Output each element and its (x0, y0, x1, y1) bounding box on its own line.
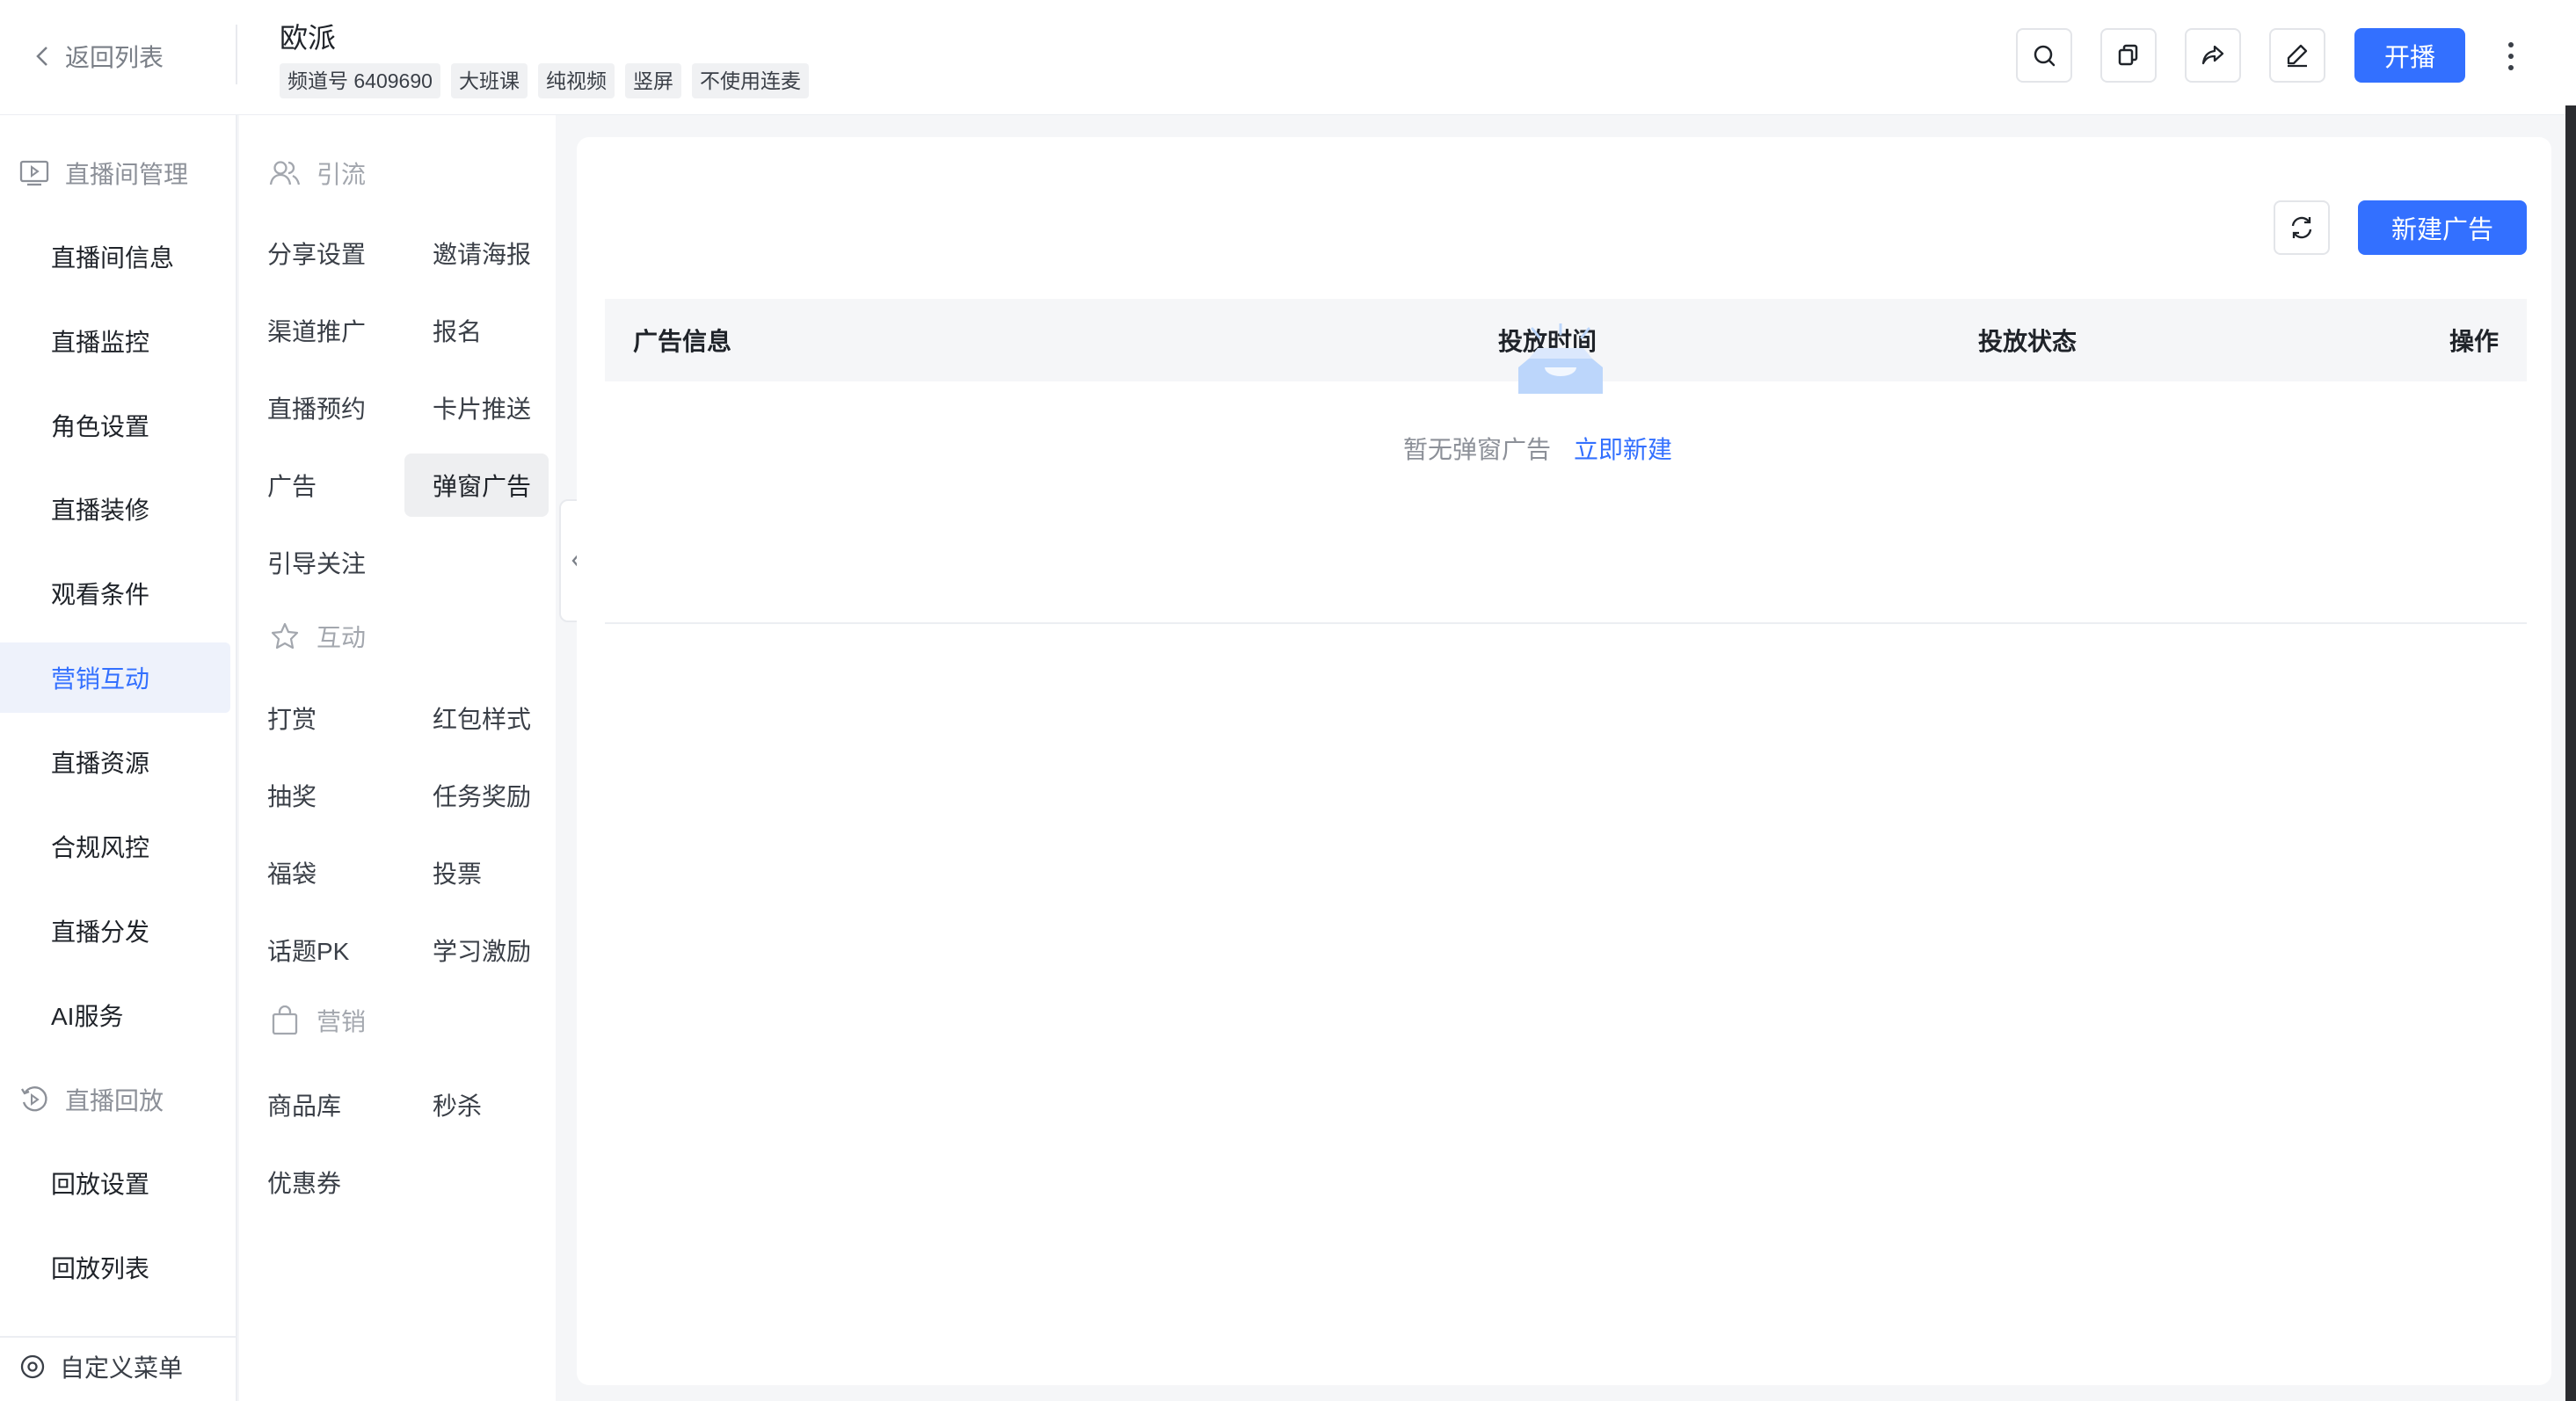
subnav-item-coupon[interactable]: 优惠券 (239, 1151, 394, 1214)
subnav-item-card-push[interactable]: 卡片推送 (404, 376, 549, 439)
subnav-item-flash-sale[interactable]: 秒杀 (404, 1073, 549, 1136)
subnav-group-label: 引流 (317, 161, 367, 188)
sidebar-item-resources[interactable]: 直播资源 (0, 727, 230, 797)
sidebar-item-watch-conditions[interactable]: 观看条件 (0, 558, 230, 628)
subnav-item-live-reservation[interactable]: 直播预约 (239, 376, 394, 439)
sidebar-group-live-room: 直播间管理 (19, 152, 188, 194)
subnav-item-lottery[interactable]: 抽奖 (239, 764, 394, 827)
subnav-item-ads[interactable]: 广告 (239, 454, 394, 517)
page-title: 欧派 (280, 22, 337, 54)
subnav-item-product-library[interactable]: 商品库 (239, 1073, 394, 1136)
sidebar-item-marketing[interactable]: 营销互动 (0, 642, 230, 713)
custom-menu-label: 自定义菜单 (60, 1354, 184, 1382)
column-ad-info: 广告信息 (633, 328, 732, 355)
start-live-button[interactable]: 开播 (2354, 28, 2465, 83)
custom-menu-button[interactable]: 自定义菜单 (19, 1349, 183, 1384)
interact-icon (271, 622, 299, 650)
share-button[interactable] (2185, 28, 2241, 83)
header-divider (236, 25, 237, 84)
subnav-item-follow-guide[interactable]: 引导关注 (239, 531, 394, 594)
subnav-item-red-packet-style[interactable]: 红包样式 (404, 686, 549, 750)
sidebar-group-label: 直播回放 (65, 1087, 164, 1114)
search-icon (2034, 45, 2056, 67)
tag-orientation: 竖屏 (624, 63, 681, 98)
sidebar-group-label: 直播间管理 (65, 161, 189, 188)
subnav-group-interact: 互动 (269, 619, 366, 654)
secondary-nav: 引流 分享设置 邀请海报 渠道推广 报名 直播预约 卡片推送 广告 弹窗广告 引… (239, 115, 556, 1401)
refresh-button[interactable] (2274, 200, 2330, 255)
empty-message: 暂无弹窗广告 (1402, 436, 1551, 463)
channel-tags: 频道号 6409690 大班课 纯视频 竖屏 不使用连麦 (280, 63, 809, 98)
subnav-group-label: 营销 (317, 1008, 367, 1035)
new-ad-button[interactable]: 新建广告 (2358, 200, 2527, 255)
tag-mic-mode: 不使用连麦 (691, 63, 809, 98)
edit-icon (2287, 44, 2308, 68)
sidebar-item-ai-service[interactable]: AI服务 (0, 980, 230, 1050)
tag-class-type: 大班课 (450, 63, 528, 98)
back-to-list-button[interactable]: 返回列表 (35, 37, 164, 76)
column-actions: 操作 (2449, 328, 2499, 355)
share-icon (2201, 45, 2224, 65)
sidebar-item-playback-settings[interactable]: 回放设置 (0, 1148, 230, 1218)
users-icon (269, 161, 301, 185)
back-label: 返回列表 (65, 44, 164, 71)
sidebar-item-compliance[interactable]: 合规风控 (0, 811, 230, 882)
subnav-item-task-reward[interactable]: 任务奖励 (404, 764, 549, 827)
chevron-left-icon (36, 47, 47, 66)
copy-icon (2118, 44, 2138, 66)
subnav-item-reward[interactable]: 打赏 (239, 686, 394, 750)
more-options-button[interactable] (2495, 35, 2527, 77)
top-header: 返回列表 欧派 频道号 6409690 大班课 纯视频 竖屏 不使用连麦 开播 (0, 0, 2576, 115)
shopping-bag-icon (272, 1005, 298, 1035)
sidebar-item-distribution[interactable]: 直播分发 (0, 896, 230, 966)
sidebar-item-monitor[interactable]: 直播监控 (0, 306, 230, 376)
subnav-item-topic-pk[interactable]: 话题PK (239, 918, 394, 982)
sidebar-group-playback: 直播回放 (19, 1078, 164, 1121)
empty-message-row: 暂无弹窗广告 立即新建 (577, 431, 2499, 466)
tag-channel-id: 频道号 6409690 (280, 63, 440, 98)
live-room-icon (19, 160, 49, 186)
primary-sidebar: 直播间管理 直播间信息 直播监控 角色设置 直播装修 观看条件 营销互动 直播资… (0, 115, 237, 1401)
copy-button[interactable] (2100, 28, 2157, 83)
subnav-group-label: 互动 (317, 624, 367, 651)
subnav-item-lucky-bag[interactable]: 福袋 (239, 841, 394, 904)
subnav-group-traffic: 引流 (269, 156, 366, 191)
main-content: 新建广告 广告信息 投放时间 投放状态 操作 暂无弹窗广告 立即新建 (577, 137, 2551, 1385)
create-now-link[interactable]: 立即新建 (1574, 431, 1672, 466)
sidebar-item-roles[interactable]: 角色设置 (0, 390, 230, 461)
subnav-group-marketing: 营销 (269, 1003, 366, 1038)
column-status: 投放状态 (1978, 328, 2078, 355)
more-vertical-icon (2508, 42, 2514, 70)
sidebar-divider (0, 1336, 236, 1338)
sidebar-item-decoration[interactable]: 直播装修 (0, 474, 230, 544)
subnav-item-invite-poster[interactable]: 邀请海报 (404, 221, 549, 285)
sidebar-item-playback-list[interactable]: 回放列表 (0, 1232, 230, 1303)
playback-icon (21, 1086, 47, 1112)
search-button[interactable] (2016, 28, 2072, 83)
subnav-item-registration[interactable]: 报名 (404, 299, 549, 362)
empty-state (605, 381, 2527, 624)
tag-video-mode: 纯视频 (537, 63, 615, 98)
settings-icon (20, 1354, 45, 1379)
empty-box-icon (1518, 323, 1603, 394)
subnav-item-popup-ads[interactable]: 弹窗广告 (404, 454, 549, 517)
subnav-item-vote[interactable]: 投票 (404, 841, 549, 904)
edit-button[interactable] (2269, 28, 2325, 83)
window-edge (2565, 105, 2576, 1401)
subnav-item-channel-promotion[interactable]: 渠道推广 (239, 299, 394, 362)
refresh-icon (2291, 216, 2312, 239)
subnav-item-study-incentive[interactable]: 学习激励 (404, 918, 549, 982)
subnav-item-share-settings[interactable]: 分享设置 (239, 221, 394, 285)
sidebar-item-room-info[interactable]: 直播间信息 (0, 221, 230, 292)
